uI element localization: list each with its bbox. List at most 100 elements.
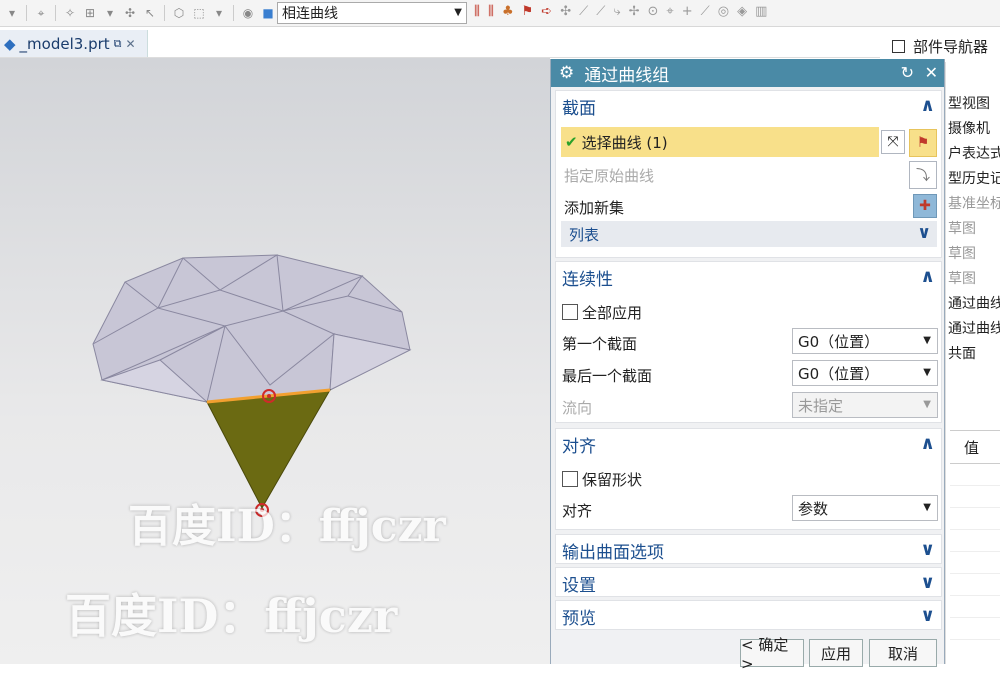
tangent-icon[interactable]: ✢ xyxy=(629,4,640,19)
nav-item[interactable]: 草图 xyxy=(948,218,1000,238)
point-icon[interactable]: ✣ xyxy=(560,4,571,19)
curve-tools: ⫼ ⫼ ♣ ⚑ ➪ ✣ ⟋ ⟋ ⤷ ✢ ⊙ ⌖ + ⟋ ◎ ◈ ▥ xyxy=(474,4,767,19)
nav-item[interactable]: 通过曲线组 xyxy=(948,293,1000,313)
selection-filter-icon[interactable]: ⊞ xyxy=(82,5,98,21)
curve-select-button[interactable]: ⚑ xyxy=(909,129,937,157)
diamond-icon[interactable]: ◈ xyxy=(737,4,747,19)
through-curves-dialog: ⚙ 通过曲线组 ↻ ✕ 截面 ∧ ✔ 选择曲线 (1) ⤧ ⚑ 指定原始曲线 ⤵… xyxy=(550,59,945,673)
settings-header[interactable]: 设置 ∨ xyxy=(556,568,941,598)
select-icon[interactable]: ⌖ xyxy=(33,5,49,21)
group-icon[interactable]: ♣ xyxy=(502,4,514,19)
column-header-label: 值 xyxy=(964,438,980,457)
grid-row xyxy=(950,552,1000,574)
first-section-select[interactable]: G0（位置） ▼ xyxy=(792,328,938,354)
line-icon[interactable]: ⟋ xyxy=(579,4,588,19)
keep-shape-checkbox[interactable] xyxy=(562,471,578,487)
keep-shape-row[interactable]: 保留形状 xyxy=(562,469,642,490)
chevron-down-icon: ▼ xyxy=(923,399,931,410)
nav-item[interactable]: 基准坐标系 xyxy=(948,193,1000,213)
tab-strip: ◆ _model3.prt ⧉ ✕ xyxy=(0,28,880,58)
nav-item[interactable]: 共面 xyxy=(948,343,1000,363)
chevron-down-icon[interactable]: ∨ xyxy=(920,539,935,560)
navigator-header[interactable]: 部件导航器 xyxy=(880,30,1000,62)
chevron-up-icon[interactable]: ∧ xyxy=(920,266,935,287)
alignment-group-header[interactable]: 对齐 ∧ xyxy=(556,429,941,459)
chevron-down-icon[interactable]: ∨ xyxy=(920,605,935,626)
chevron-up-icon[interactable]: ∧ xyxy=(920,433,935,454)
grid-row xyxy=(950,574,1000,596)
lasso-icon[interactable]: ⬡ xyxy=(171,5,187,21)
section-group-header[interactable]: 截面 ∧ xyxy=(556,91,941,121)
navigator-grid xyxy=(950,464,1000,664)
pointer-alt-icon[interactable]: ↖ xyxy=(142,5,158,21)
specify-origin-label: 指定原始曲线 xyxy=(564,167,655,185)
select-curve-row[interactable]: ✔ 选择曲线 (1) xyxy=(561,127,879,157)
navigator-column-header[interactable]: 值 xyxy=(950,430,1000,464)
last-section-select[interactable]: G0（位置） ▼ xyxy=(792,360,938,386)
toolbar-separator xyxy=(55,5,56,21)
apply-button[interactable]: 应用 xyxy=(809,639,863,667)
tab-model3[interactable]: ◆ _model3.prt ⧉ ✕ xyxy=(0,30,148,57)
nav-item[interactable]: 通过曲线组 xyxy=(948,318,1000,338)
curve-start-marker-dot xyxy=(267,394,271,398)
close-icon[interactable]: ✕ xyxy=(126,37,136,51)
apply-all-row[interactable]: 全部应用 xyxy=(562,302,642,323)
settings-group[interactable]: 设置 ∨ xyxy=(555,567,942,597)
dialog-title-bar[interactable]: ⚙ 通过曲线组 ↻ ✕ xyxy=(551,59,944,87)
reverse-direction-button[interactable]: ⤧ xyxy=(881,130,905,154)
solid-icon[interactable]: ◉ xyxy=(240,5,256,21)
dropdown-arrow-icon[interactable]: ▾ xyxy=(211,5,227,21)
snap-icon[interactable]: ✧ xyxy=(62,5,78,21)
output-options-group[interactable]: 输出曲面选项 ∨ xyxy=(555,534,942,564)
gear-icon[interactable]: ⚙ xyxy=(559,63,574,83)
list-expander[interactable]: 列表 ∨ xyxy=(561,221,937,247)
continuity-group-header[interactable]: 连续性 ∧ xyxy=(556,262,941,292)
grid-row xyxy=(950,464,1000,486)
apply-all-checkbox[interactable] xyxy=(562,304,578,320)
chevron-up-icon[interactable]: ∧ xyxy=(920,95,935,116)
close-icon[interactable]: ✕ xyxy=(925,63,938,82)
curve-rule-select[interactable]: 相连曲线 ▼ xyxy=(277,2,467,24)
plus-icon[interactable]: + xyxy=(682,4,693,19)
chevron-down-icon[interactable]: ∨ xyxy=(920,572,935,593)
curve-icon[interactable]: ⤷ xyxy=(613,4,620,19)
slash-icon[interactable]: ⟋ xyxy=(701,4,710,19)
nav-item[interactable]: 型视图 xyxy=(948,93,1000,113)
output-options-header[interactable]: 输出曲面选项 ∨ xyxy=(556,535,941,565)
group-title: 对齐 xyxy=(562,436,596,457)
snap-circle-icon[interactable]: ◎ xyxy=(718,4,729,19)
line-alt-icon[interactable]: ⟋ xyxy=(596,4,605,19)
box-select-icon[interactable]: ⬚ xyxy=(191,5,207,21)
intersection-alt-icon[interactable]: ⫼ xyxy=(488,4,494,19)
grid-icon[interactable]: ▥ xyxy=(755,4,767,19)
align-label: 对齐 xyxy=(562,502,593,520)
nav-item[interactable]: 草图 xyxy=(948,268,1000,288)
specify-origin-button[interactable]: ⤵ xyxy=(909,161,937,189)
pin-icon[interactable]: ⧉ xyxy=(114,37,122,51)
stop-icon[interactable]: ⚑ xyxy=(522,4,534,19)
pointer-icon[interactable]: ✣ xyxy=(122,5,138,21)
ok-button[interactable]: < 确定 > xyxy=(740,636,804,673)
arrow-right-icon[interactable]: ➪ xyxy=(541,4,552,19)
graphics-viewport[interactable]: 百度ID：ffjczr 百度ID：ffjczr xyxy=(0,58,550,664)
dropdown-arrow-icon[interactable]: ▾ xyxy=(102,5,118,21)
flow-select[interactable]: 未指定 ▼ xyxy=(792,392,938,418)
preview-group[interactable]: 预览 ∨ xyxy=(555,600,942,630)
nav-item[interactable]: 户表达式 xyxy=(948,143,1000,163)
align-select[interactable]: 参数 ▼ xyxy=(792,495,938,521)
preview-header[interactable]: 预览 ∨ xyxy=(556,601,941,631)
nav-item[interactable]: 草图 xyxy=(948,243,1000,263)
list-label: 列表 xyxy=(569,225,600,244)
tab-label: _model3.prt xyxy=(19,34,110,53)
intersection-icon[interactable]: ⫼ xyxy=(474,4,480,19)
cube-icon[interactable]: ■ xyxy=(260,5,276,21)
cancel-button[interactable]: 取消 xyxy=(869,639,937,667)
circle-center-icon[interactable]: ⊙ xyxy=(648,4,659,19)
grid-row xyxy=(950,486,1000,508)
nav-item[interactable]: 型历史记录 xyxy=(948,168,1000,188)
add-new-set-button[interactable]: ✚ xyxy=(913,194,937,218)
dropdown-arrow-icon[interactable]: ▾ xyxy=(4,5,20,21)
quadrant-icon[interactable]: ⌖ xyxy=(666,4,673,19)
nav-item[interactable]: 摄像机 xyxy=(948,118,1000,138)
reset-icon[interactable]: ↻ xyxy=(901,63,914,82)
